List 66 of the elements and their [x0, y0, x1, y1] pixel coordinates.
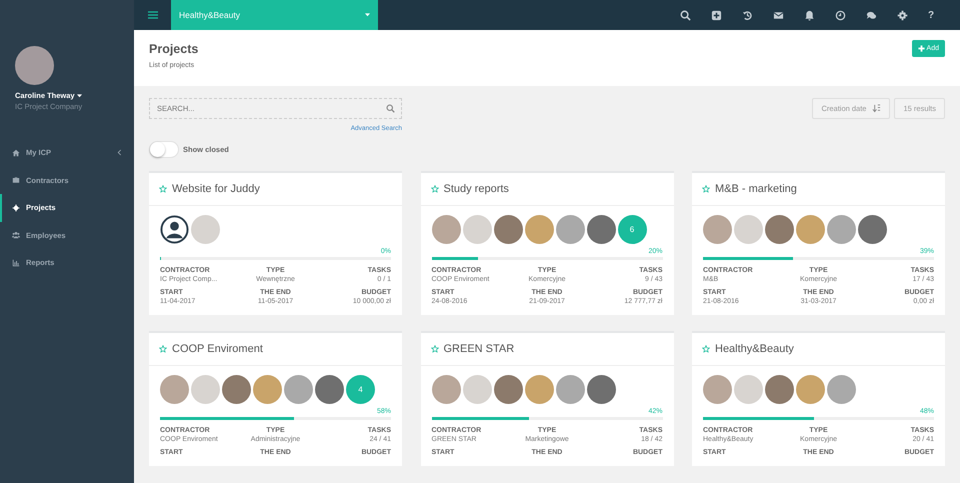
search-icon	[386, 104, 395, 113]
member-avatar	[432, 215, 460, 244]
member-avatar	[586, 375, 616, 404]
menu-icon[interactable]	[148, 11, 158, 19]
member-avatar	[556, 215, 584, 244]
user-avatar	[15, 46, 54, 85]
project-title[interactable]: Study reports	[444, 183, 509, 195]
clock-icon[interactable]	[835, 10, 846, 20]
member-avatar	[734, 215, 763, 244]
briefcase-icon	[12, 176, 20, 184]
users-icon	[12, 231, 20, 240]
member-avatar	[191, 375, 220, 404]
member-avatar	[556, 375, 584, 404]
member-avatar	[160, 375, 189, 404]
member-avatar	[191, 215, 220, 244]
member-avatar	[494, 215, 522, 244]
member-avatar	[315, 375, 344, 404]
member-avatar	[734, 375, 763, 404]
star-icon[interactable]	[702, 185, 710, 193]
bar-chart-icon	[12, 258, 20, 267]
project-title[interactable]: COOP Enviroment	[172, 343, 263, 355]
envelope-icon[interactable]	[773, 10, 784, 20]
caret-icon[interactable]	[76, 94, 82, 98]
member-avatar	[222, 375, 251, 404]
member-avatar	[494, 375, 522, 404]
member-avatar	[524, 215, 554, 244]
member-avatar	[284, 375, 313, 404]
star-icon[interactable]	[159, 185, 167, 193]
member-avatar	[796, 215, 825, 244]
member-avatar	[462, 215, 492, 244]
caret-icon	[365, 13, 370, 17]
project-title[interactable]: GREEN STAR	[444, 343, 514, 355]
user-silhouette-icon	[160, 215, 189, 244]
project-title[interactable]: Healthy&Beauty	[715, 343, 794, 355]
member-avatar	[827, 375, 856, 404]
member-avatar	[827, 215, 856, 244]
sort-icon	[872, 104, 882, 113]
project-title[interactable]: M&B - marketing	[715, 183, 797, 195]
history-icon[interactable]	[742, 10, 753, 20]
member-avatar	[703, 375, 732, 404]
member-avatar	[586, 215, 616, 244]
search-icon[interactable]	[680, 10, 691, 20]
chat-icon[interactable]	[866, 10, 877, 20]
star-icon[interactable]	[430, 185, 438, 193]
bell-icon[interactable]	[804, 10, 815, 20]
member-avatar	[462, 375, 492, 404]
show-closed-toggle[interactable]	[149, 141, 179, 158]
project-title[interactable]: Website for Juddy	[172, 183, 260, 195]
settings-icon[interactable]	[897, 10, 908, 20]
member-avatar	[703, 215, 732, 244]
plus-icon	[918, 45, 925, 52]
member-avatar	[253, 375, 282, 404]
home-icon	[12, 148, 20, 157]
page-title: Projects	[149, 42, 198, 56]
member-avatar	[858, 215, 887, 244]
star-icon[interactable]	[702, 345, 710, 353]
star-icon[interactable]	[430, 345, 438, 353]
member-avatar	[765, 375, 794, 404]
member-avatar	[796, 375, 825, 404]
star-icon[interactable]	[159, 345, 167, 353]
plus-square-icon[interactable]	[711, 10, 722, 20]
help-icon[interactable]: ?	[928, 10, 936, 20]
member-avatar	[524, 375, 554, 404]
member-avatar	[765, 215, 794, 244]
chevron-left-icon	[117, 149, 122, 156]
member-avatar	[432, 375, 460, 404]
